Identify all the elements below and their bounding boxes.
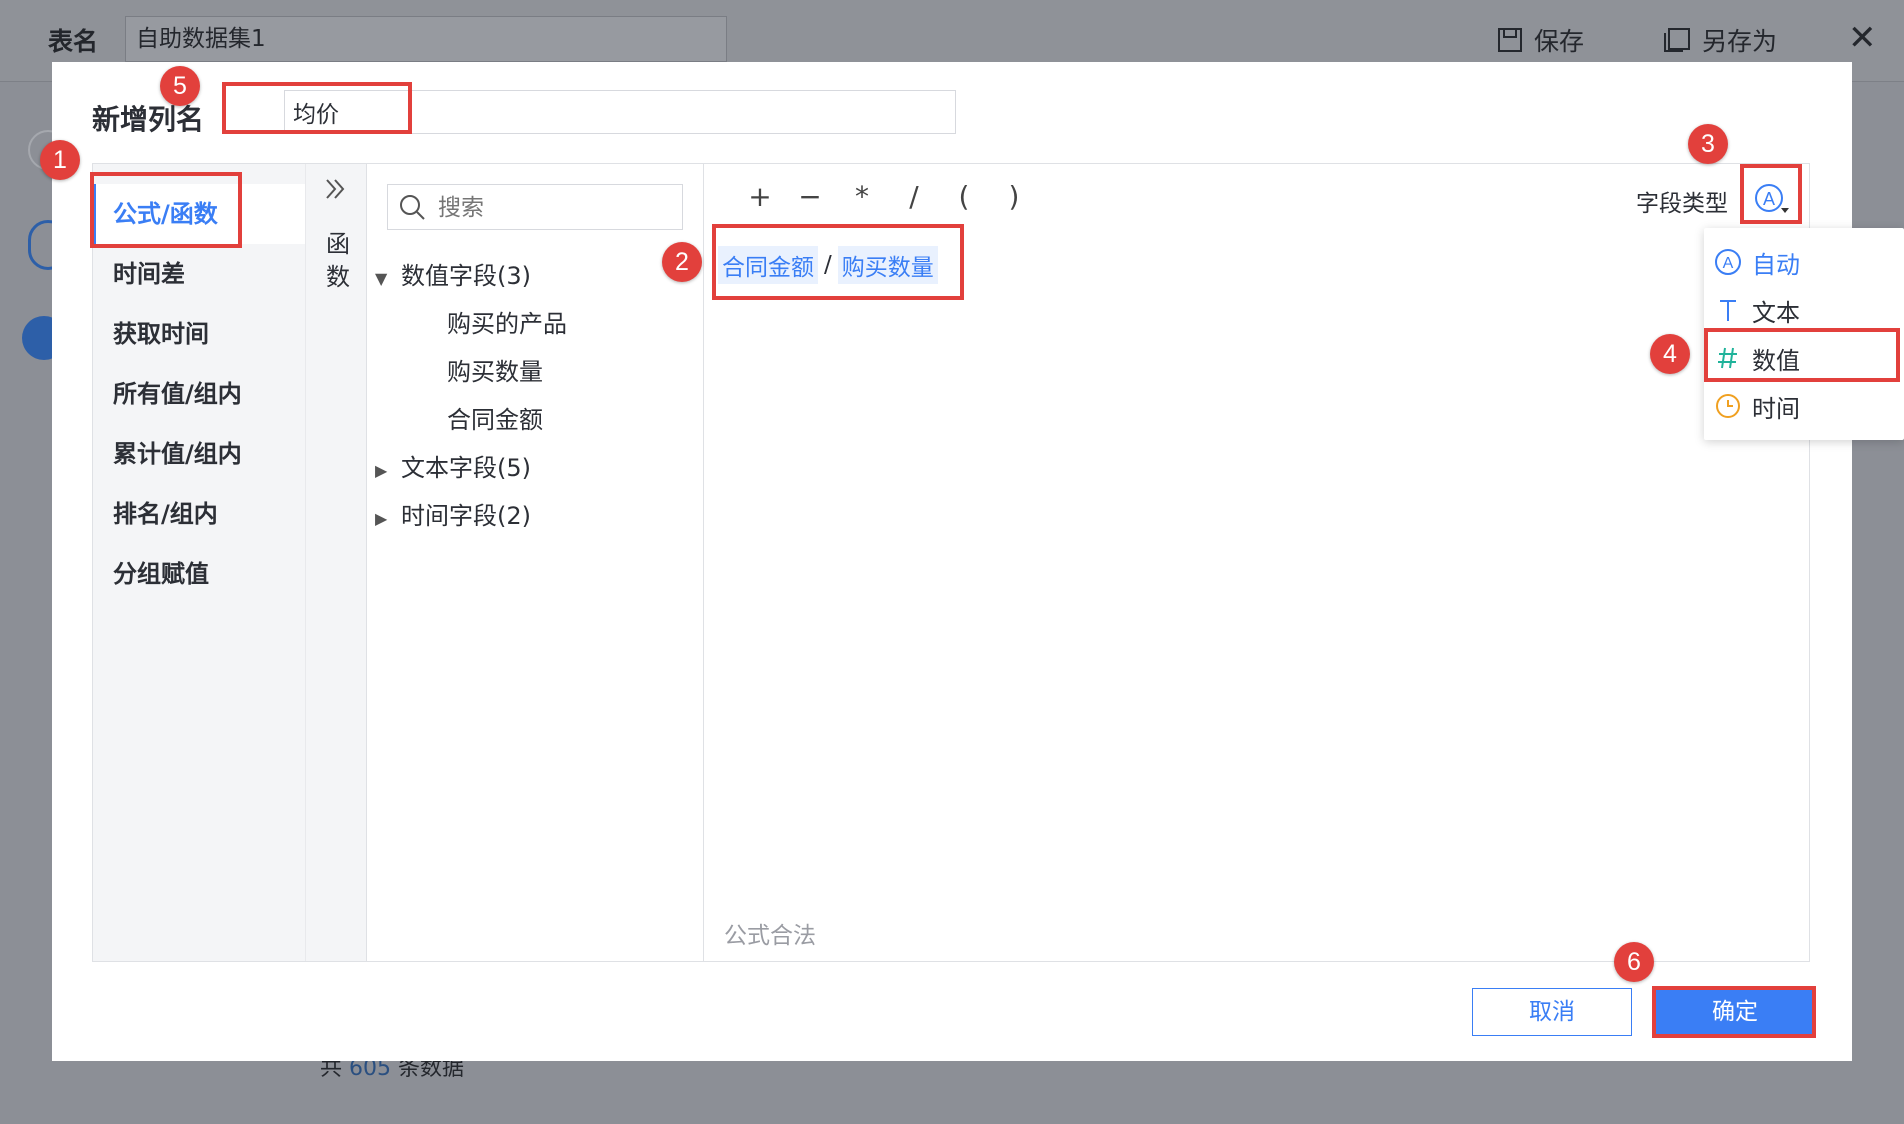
table-name-label: 表名 [48,27,99,56]
field-search[interactable] [387,184,683,230]
category-time-diff[interactable]: 时间差 [93,244,305,304]
double-chevron-right-icon[interactable] [322,176,348,209]
operator-right-paren-button[interactable]: ) [994,180,1034,213]
operator-minus-button[interactable]: − [790,180,830,213]
auto-icon: A [1714,248,1742,276]
text-type-icon [1714,296,1742,324]
tree-group-time[interactable]: ▶ 时间字段(2) [375,496,531,531]
function-panel-toggle[interactable]: 函数 [305,164,367,961]
step-badge-5: 5 [160,66,200,106]
tree-item[interactable]: 购买数量 [447,352,543,387]
add-column-dialog: 新增列名 公式/函数 时间差 获取时间 所有值/组内 累计值/组内 排名/组内 … [52,62,1852,1061]
category-all-values[interactable]: 所有值/组内 [93,364,305,424]
tree-item[interactable]: 合同金额 [447,400,543,435]
step-badge-3: 3 [1688,124,1728,164]
save-icon [1498,28,1522,52]
operator-multiply-button[interactable]: * [842,180,882,213]
save-as-button[interactable]: 另存为 [1662,22,1777,58]
tree-group-numeric[interactable]: ▼ 数值字段(3) [375,256,531,291]
highlight-box-5 [222,82,412,134]
field-type-option-text[interactable]: 文本 [1704,286,1904,334]
svg-text:A: A [1723,255,1734,272]
operator-divide-button[interactable]: / [894,180,934,213]
category-get-time[interactable]: 获取时间 [93,304,305,364]
step-badge-2: 2 [662,242,702,282]
operator-left-paren-button[interactable]: ( [944,180,984,213]
save-label: 保存 [1534,27,1585,56]
category-group-assign[interactable]: 分组赋值 [93,544,305,604]
function-panel-label: 函数 [326,230,350,291]
caret-right-icon: ▶ [375,461,388,480]
step-badge-4: 4 [1650,334,1690,374]
clock-icon [1714,392,1742,420]
highlight-box-2 [712,224,964,300]
tree-group-text[interactable]: ▶ 文本字段(5) [375,448,531,483]
highlight-box-3 [1740,164,1802,224]
field-type-option-time[interactable]: 时间 [1704,382,1904,430]
field-panel: ▼数值字段(3) 购买的产品 购买数量 合同金额 ▶文本字段(5) ▶时间字段(… [367,164,704,961]
formula-validation-status: 公式合法 [724,923,816,949]
step-badge-6: 6 [1614,942,1654,982]
search-icon [400,195,425,220]
category-rank[interactable]: 排名/组内 [93,484,305,544]
close-icon[interactable]: ✕ [1848,20,1877,56]
cancel-button[interactable]: 取消 [1472,988,1632,1036]
field-type-label: 字段类型 [1636,191,1728,217]
category-cumulative[interactable]: 累计值/组内 [93,424,305,484]
save-button[interactable]: 保存 [1496,22,1584,58]
highlight-box-6 [1652,986,1816,1038]
tree-item[interactable]: 购买的产品 [447,304,567,339]
dataset-name-field[interactable]: 自助数据集1 [125,16,727,62]
field-type-option-auto[interactable]: A 自动 [1704,238,1904,286]
operator-plus-button[interactable]: + [740,180,780,213]
caret-down-icon: ▼ [375,269,388,288]
save-as-icon [1664,28,1690,52]
category-list: 公式/函数 时间差 获取时间 所有值/组内 累计值/组内 排名/组内 分组赋值 [93,164,305,961]
step-badge-1: 1 [40,140,80,180]
search-input[interactable] [438,190,668,224]
save-as-label: 另存为 [1702,27,1778,56]
highlight-box-4 [1704,328,1900,382]
highlight-box-1 [90,172,242,248]
caret-right-icon: ▶ [375,509,388,528]
